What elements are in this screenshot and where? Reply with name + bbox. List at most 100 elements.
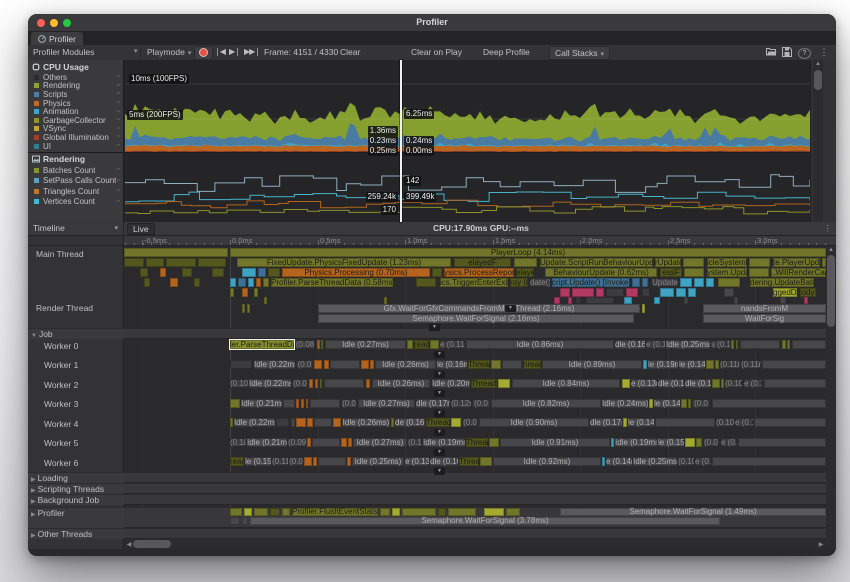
timeline-bar[interactable]: Idle (0.25ms) [666, 340, 710, 349]
timeline-bar[interactable] [230, 360, 252, 369]
timeline-bar[interactable]: dle (0.16ms [430, 457, 458, 466]
timeline-bar[interactable] [502, 360, 522, 369]
selected-frame-line[interactable] [400, 60, 402, 222]
legend-item-batches-count[interactable]: Batches Count= [28, 165, 123, 176]
playmode-dropdown[interactable]: Playmode▾ [147, 45, 191, 59]
timeline-bar[interactable]: le (0.19ms) [648, 360, 678, 369]
timeline-bar[interactable] [124, 248, 228, 257]
timeline-bar[interactable]: BehaviourUpdate (0.62ms) [545, 268, 657, 277]
sidebar-item-job[interactable]: ▼Job [28, 328, 124, 339]
timeline-bar[interactable]: e (0.14m [606, 457, 632, 466]
timeline-bar[interactable]: Thread [468, 360, 490, 369]
drag-handle-icon[interactable]: = [116, 117, 120, 123]
timeline-bar[interactable]: dle (0.15m [685, 379, 711, 388]
timeline-bar[interactable]: Idle (0.27ms) [358, 399, 415, 408]
timeline-bar[interactable] [660, 288, 674, 297]
timeline-bar[interactable] [309, 379, 313, 388]
timeline-bar[interactable]: (0.10r [716, 418, 734, 427]
timeline-bar[interactable]: dle (0.17ms) [416, 399, 450, 408]
rendering-chart[interactable]: 142259.24k399.49k170 [125, 152, 810, 222]
row-collapse-handle[interactable]: ▼ [434, 429, 445, 436]
timeline-bar[interactable] [762, 360, 826, 369]
sidebar-item-worker-1[interactable]: Worker 1 [28, 360, 140, 371]
legend-item-physics[interactable]: Physics= [28, 99, 123, 108]
timeline-bar[interactable] [642, 278, 648, 287]
timeline-bar[interactable] [306, 399, 308, 408]
legend-item-global-illumination[interactable]: Global Illumination= [28, 133, 123, 142]
timeline-bar[interactable] [347, 457, 351, 466]
timeline-bar[interactable] [321, 340, 323, 349]
timeline-bar[interactable] [314, 418, 332, 427]
timeline-bar[interactable] [256, 278, 261, 287]
legend-item-others[interactable]: Others= [28, 73, 123, 82]
timeline-bar[interactable] [787, 340, 790, 349]
timeline-bar[interactable] [230, 508, 242, 516]
timeline-bar[interactable] [170, 278, 178, 287]
timeline-bar[interactable] [491, 360, 501, 369]
row-collapse-handle[interactable]: ▼ [434, 449, 445, 456]
timeline-bar[interactable]: Idle (0.91ms) [500, 438, 610, 447]
timeline-bar[interactable]: te.PlayerUpdateCanv [773, 258, 820, 267]
timeline-bar[interactable] [330, 360, 360, 369]
timeline-bar[interactable] [754, 418, 826, 427]
timeline-scrollbar-thumb[interactable] [827, 255, 835, 327]
timeline-bar[interactable] [182, 268, 192, 277]
row-collapse-handle[interactable]: ▼ [434, 351, 445, 358]
timeline-bar[interactable]: Idle (0.20ms) [432, 379, 470, 388]
timeline-bar[interactable]: ThreadD [471, 379, 497, 388]
row-collapse-handle[interactable]: ▼ [434, 390, 445, 397]
timeline-bar[interactable] [514, 258, 537, 267]
timeline-bar[interactable]: Idle (0.24ms) [602, 399, 648, 408]
timeline-bar[interactable] [370, 360, 374, 369]
timeline-bar[interactable]: e (0.11n [735, 418, 753, 427]
timeline-bar[interactable]: Idle (0.26ms) [342, 418, 390, 427]
legend-item-setpass-calls-count[interactable]: SetPass Calls Count= [28, 176, 123, 187]
load-profile-button[interactable] [766, 47, 778, 58]
timeline-bar[interactable] [764, 379, 826, 388]
timeline-bar[interactable] [484, 508, 504, 516]
sidebar-item-scripting-threads[interactable]: ▶Scripting Threads [28, 483, 124, 494]
timeline-bar[interactable]: ler.ParseThreadData (0.3 [230, 340, 294, 349]
timeline-bar[interactable]: date() [I [530, 278, 550, 287]
timeline-bar[interactable]: (0.10r [230, 379, 248, 388]
timeline-bar[interactable] [654, 297, 660, 304]
timeline-bar[interactable]: roy (0.1 [510, 278, 528, 287]
timeline-bar[interactable]: ggedDie [773, 288, 797, 297]
timeline-bar[interactable]: Idle (0.92ms) [493, 457, 601, 466]
timeline-bar[interactable]: Update.ScriptRunBehaviourUpdate (0.62ms [540, 258, 653, 267]
timeline-bar[interactable]: e (0.11n [695, 457, 711, 466]
timeline-bar[interactable] [313, 457, 317, 466]
timeline-bar[interactable]: (0.0 [341, 399, 357, 408]
timeline-bar[interactable] [649, 399, 653, 408]
timeline-bar[interactable]: nandsFromM [703, 304, 826, 313]
timeline-bar[interactable] [318, 457, 346, 466]
timeline-bar[interactable] [681, 399, 687, 408]
help-button[interactable]: ? [798, 48, 811, 59]
timeline-bar[interactable] [315, 379, 318, 388]
timeline-bar[interactable] [712, 379, 720, 388]
timeline-bar[interactable] [304, 457, 312, 466]
timeline-bar[interactable] [680, 278, 692, 287]
timeline-bar[interactable] [684, 268, 704, 277]
timeline-bar[interactable]: le (0.16ms [437, 360, 467, 369]
timeline-bar[interactable] [230, 517, 240, 525]
timeline-bar[interactable]: (0.10r [230, 438, 246, 447]
timeline-bar[interactable] [380, 508, 390, 516]
timeline-bar[interactable] [448, 508, 476, 516]
timeline-bar[interactable] [198, 258, 226, 267]
timeline-bar[interactable] [212, 268, 224, 277]
timeline-bar[interactable] [242, 304, 245, 313]
legend-item-vsync[interactable]: VSync= [28, 125, 123, 134]
sidebar-item-profiler[interactable]: ▶Profiler [28, 507, 124, 528]
timeline-bar[interactable] [430, 340, 439, 349]
timeline-bar[interactable] [361, 360, 369, 369]
expand-arrow-icon[interactable]: ▶ [31, 499, 36, 505]
timeline-bar[interactable]: Idle (0.21ms) [241, 399, 282, 408]
timeline-bar[interactable]: read [414, 340, 429, 349]
timeline-bar[interactable]: (0.11n [741, 360, 761, 369]
timeline-bar[interactable] [576, 297, 580, 304]
timeline-bar[interactable] [685, 438, 695, 447]
timeline-bar[interactable] [721, 379, 724, 388]
timeline-bar[interactable] [254, 288, 258, 297]
timeline-bar[interactable] [712, 457, 826, 466]
